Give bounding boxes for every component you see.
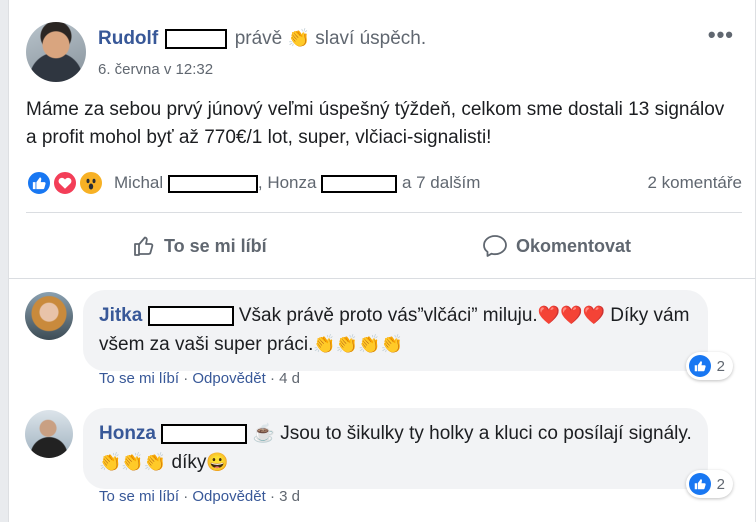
comment-button[interactable]: Okomentovat: [482, 218, 631, 274]
clap-emojis: 👏👏👏👏: [313, 334, 404, 354]
comment-like-link[interactable]: To se mi líbí: [99, 488, 179, 505]
more-options-icon[interactable]: •••: [708, 22, 734, 48]
post-actions: To se mi líbí Okomentovat: [26, 218, 742, 274]
reactors-text[interactable]: Michal , Honza a 7 dalším: [114, 173, 480, 193]
divider: [9, 278, 756, 279]
like-icon: [26, 170, 52, 196]
comment-bubble: Jitka Však právě proto vás”vlčáci” miluj…: [83, 290, 708, 371]
meta-dot: ·: [269, 488, 275, 505]
comment-age[interactable]: 4 d: [279, 370, 300, 387]
comment-meta: To se mi líbí · Odpovědět · 3 d: [99, 488, 300, 505]
speech-bubble-icon: [483, 235, 507, 257]
redacted-surname: [321, 174, 398, 193]
post-card: Rudolf právě 👏 slaví úspěch. 6. června v…: [8, 0, 756, 522]
post-body: Máme za sebou prvý júnový veľmi úspešný …: [26, 99, 725, 148]
meta-dot: ·: [269, 370, 275, 387]
comment-bubble: Honza ☕ Jsou to šikulky ty holky a kluci…: [83, 408, 708, 489]
comment-text: Jsou to šikulky ty holky a kluci co posí…: [280, 423, 692, 444]
comment-like-link[interactable]: To se mi líbí: [99, 370, 179, 387]
clap-emoji: 👏: [287, 28, 310, 48]
post-timestamp[interactable]: 6. června v 12:32: [98, 61, 213, 78]
comment-button-label: Okomentovat: [516, 235, 632, 256]
comment-age[interactable]: 3 d: [279, 488, 300, 505]
author-avatar[interactable]: [26, 22, 86, 82]
reactor-name-1[interactable]: Michal: [114, 173, 163, 192]
reactors-others[interactable]: a 7 dalším: [402, 173, 480, 192]
divider: [26, 212, 742, 213]
heart-emojis: ❤️❤️❤️: [537, 305, 605, 325]
meta-dot: ·: [183, 370, 189, 387]
wow-icon: [78, 170, 104, 196]
redacted-surname: [165, 28, 228, 49]
comment-meta: To se mi líbí · Odpovědět · 4 d: [99, 370, 300, 387]
comment-author[interactable]: Jitka: [99, 305, 142, 326]
comment-reaction-badge[interactable]: 2: [685, 352, 733, 380]
meta-dot: ·: [183, 488, 189, 505]
author-line: Rudolf právě 👏 slaví úspěch.: [98, 28, 426, 50]
redacted-surname: [161, 423, 248, 444]
reaction-count: 2: [716, 475, 725, 493]
reactions-summary[interactable]: Michal , Honza a 7 dalším 2 komentáře: [26, 168, 742, 198]
redacted-surname: [167, 174, 258, 193]
coffee-emoji: ☕: [252, 423, 275, 443]
smile-emoji: 😀: [206, 452, 229, 472]
love-icon: [52, 170, 78, 196]
like-button-label: To se mi líbí: [164, 235, 267, 256]
clap-emojis: 👏👏👏: [99, 452, 167, 472]
reactor-name-2[interactable]: Honza: [267, 173, 316, 192]
like-button[interactable]: To se mi líbí: [132, 218, 267, 274]
comment-text: díky: [171, 452, 207, 473]
comment-text: Však právě proto vás”vlčáci” miluju.: [238, 305, 538, 326]
comment-author[interactable]: Honza: [99, 423, 156, 444]
activity-prefix: právě: [234, 28, 283, 49]
reaction-count: 2: [716, 357, 725, 375]
like-icon: [688, 473, 711, 495]
comment-reaction-badge[interactable]: 2: [685, 470, 733, 498]
commenter-avatar[interactable]: [25, 410, 73, 458]
comment-count[interactable]: 2 komentáře: [648, 173, 743, 193]
like-icon: [688, 355, 711, 377]
author-name[interactable]: Rudolf: [98, 28, 158, 49]
post-header: Rudolf právě 👏 slaví úspěch. 6. června v…: [26, 22, 733, 84]
comment-reply-link[interactable]: Odpovědět: [192, 488, 265, 505]
reactor-separator: ,: [257, 173, 263, 192]
activity-text: slaví úspěch.: [315, 28, 427, 49]
thumbs-up-icon: [134, 236, 154, 256]
commenter-avatar[interactable]: [25, 292, 73, 340]
redacted-surname: [147, 305, 234, 326]
comment-reply-link[interactable]: Odpovědět: [192, 370, 265, 387]
